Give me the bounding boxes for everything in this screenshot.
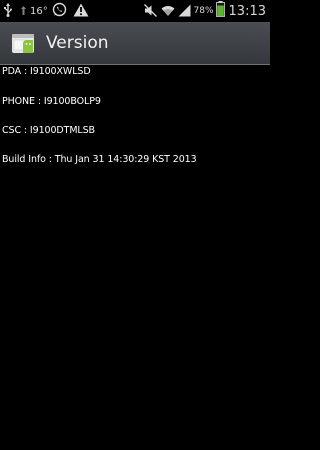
battery-percent: 78% bbox=[193, 6, 214, 16]
weather-icon bbox=[19, 2, 28, 21]
notification-area: 16° bbox=[3, 2, 95, 21]
wifi-icon bbox=[161, 2, 175, 21]
clock: 13:13 bbox=[228, 3, 266, 19]
pda-text: PDA : I9100XWLSD bbox=[2, 66, 91, 77]
signal-icon bbox=[178, 2, 191, 21]
page-title: Version bbox=[46, 33, 109, 53]
csc-text: CSC : I9100DTMLSB bbox=[2, 125, 95, 136]
temperature-text: 16° bbox=[30, 5, 48, 17]
build-info-text: Build Info : Thu Jan 31 14:30:29 KST 201… bbox=[2, 154, 197, 165]
usb-icon bbox=[3, 2, 13, 21]
battery-icon bbox=[215, 1, 225, 21]
warning-icon bbox=[73, 2, 89, 21]
mute-icon bbox=[143, 2, 157, 21]
status-bar: 16° 78% 13:13 bbox=[0, 0, 270, 22]
title-bar: Version bbox=[0, 22, 270, 65]
system-status-area: 78% 13:13 bbox=[143, 1, 266, 21]
android-app-icon bbox=[11, 31, 35, 55]
whatsapp-icon bbox=[52, 2, 67, 21]
phone-text: PHONE : I9100BOLP9 bbox=[2, 96, 101, 107]
